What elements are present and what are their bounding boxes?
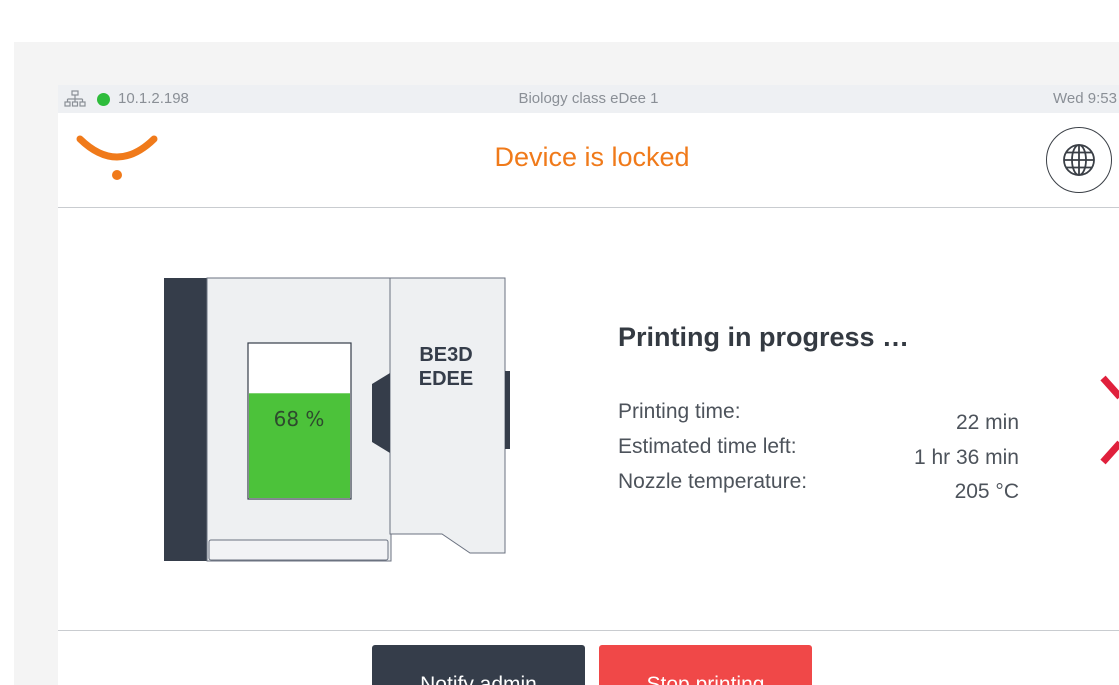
language-button[interactable] (1046, 127, 1112, 193)
printer-illustration: 68 % BE3D EDEE (164, 277, 510, 562)
printing-time-label: Printing time: (618, 400, 741, 423)
header: Device is locked (58, 113, 1119, 208)
door-hinge (505, 371, 510, 449)
stop-printing-button[interactable]: Stop printing (599, 645, 812, 685)
brand-text-line2: EDEE (419, 368, 473, 390)
printing-time-value: 22 min (955, 411, 1019, 434)
device-name: Biology class eDee 1 (518, 90, 659, 107)
print-status-title: Printing in progress … (618, 322, 910, 352)
printer-door (389, 277, 506, 554)
nozzle-temperature-label: Nozzle temperature: (618, 470, 808, 493)
page-title: Device is locked (494, 142, 690, 172)
time-left-label: Estimated time left: (618, 435, 797, 458)
notify-admin-button[interactable]: Notify admin (372, 645, 585, 685)
status-bar: 10.1.2.198 Biology class eDee 1 Wed 9:53 (58, 85, 1119, 113)
nozzle-temperature-value: 205 °C (954, 480, 1019, 503)
device-screen: 10.1.2.198 Biology class eDee 1 Wed 9:53… (58, 85, 1119, 685)
progress-label: 68 % (274, 407, 325, 431)
door-handle (372, 373, 390, 453)
footer-divider (58, 630, 1119, 631)
brand-text-line1: BE3D (419, 344, 472, 366)
clock: Wed 9:53 (1053, 90, 1117, 107)
printer-side-panel (164, 278, 207, 561)
time-left-value: 1 hr 36 min (913, 446, 1019, 469)
printer-tray (208, 539, 389, 561)
next-arrow-icon[interactable] (1098, 375, 1119, 465)
globe-icon (1063, 144, 1095, 176)
